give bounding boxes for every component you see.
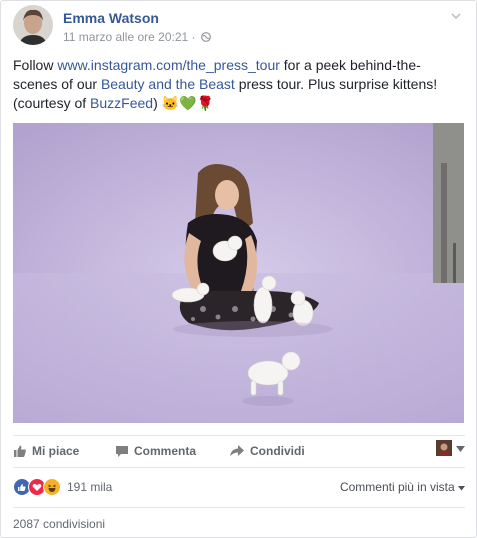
- meta-separator: ·: [191, 30, 196, 44]
- post-timestamp[interactable]: 11 marzo alle ore 20:21: [63, 30, 188, 44]
- globe-icon: [200, 31, 211, 45]
- share-label: Condividi: [250, 444, 305, 458]
- comment-sort-label: Commenti più in vista: [339, 480, 455, 494]
- post-meta: 11 marzo alle ore 20:21 ·: [63, 30, 211, 45]
- emoji-group: 🐱💚🌹: [161, 95, 214, 111]
- buzzfeed-link[interactable]: BuzzFeed: [90, 95, 153, 111]
- react-as-selector[interactable]: [436, 439, 465, 457]
- share-count[interactable]: 2087 condivisioni: [13, 517, 105, 531]
- comment-label: Commenta: [134, 444, 197, 458]
- post-header: Emma Watson 11 marzo alle ore 20:21 ·: [13, 5, 466, 49]
- thumbs-up-icon: [13, 444, 27, 458]
- profile-mini-avatar: [436, 440, 452, 456]
- author-name[interactable]: Emma Watson: [63, 10, 159, 26]
- beauty-and-the-beast-link[interactable]: Beauty and the Beast: [101, 76, 235, 92]
- share-arrow-icon: [229, 444, 245, 458]
- share-button[interactable]: Condividi: [229, 444, 305, 458]
- chevron-down-icon[interactable]: [450, 9, 462, 21]
- caret-down-icon: [458, 480, 465, 494]
- instagram-link[interactable]: www.instagram.com/the_press_tour: [57, 57, 280, 73]
- post-card: Emma Watson 11 marzo alle ore 20:21 · Fo…: [0, 0, 477, 538]
- caret-down-icon: [456, 439, 465, 457]
- like-label: Mi piace: [32, 444, 80, 458]
- text-part-1: Follow: [13, 57, 58, 73]
- shares-bar: 2087 condivisioni: [13, 507, 465, 536]
- reaction-count[interactable]: 191 mila: [67, 480, 112, 494]
- post-text: Follow www.instagram.com/the_press_tour …: [13, 56, 465, 113]
- haha-icon: [43, 478, 61, 496]
- reaction-icons[interactable]: [13, 478, 61, 496]
- action-bar: Mi piace Commenta Condividi: [13, 435, 465, 466]
- comment-icon: [115, 444, 129, 458]
- comment-sort-dropdown[interactable]: Commenti più in vista: [340, 480, 465, 494]
- comment-button[interactable]: Commenta: [115, 444, 196, 458]
- text-part-4: ): [153, 95, 158, 111]
- reactions-bar: 191 mila Commenti più in vista: [13, 467, 465, 506]
- post-photo[interactable]: [13, 123, 464, 423]
- like-button[interactable]: Mi piace: [13, 444, 79, 458]
- author-avatar[interactable]: [13, 5, 53, 45]
